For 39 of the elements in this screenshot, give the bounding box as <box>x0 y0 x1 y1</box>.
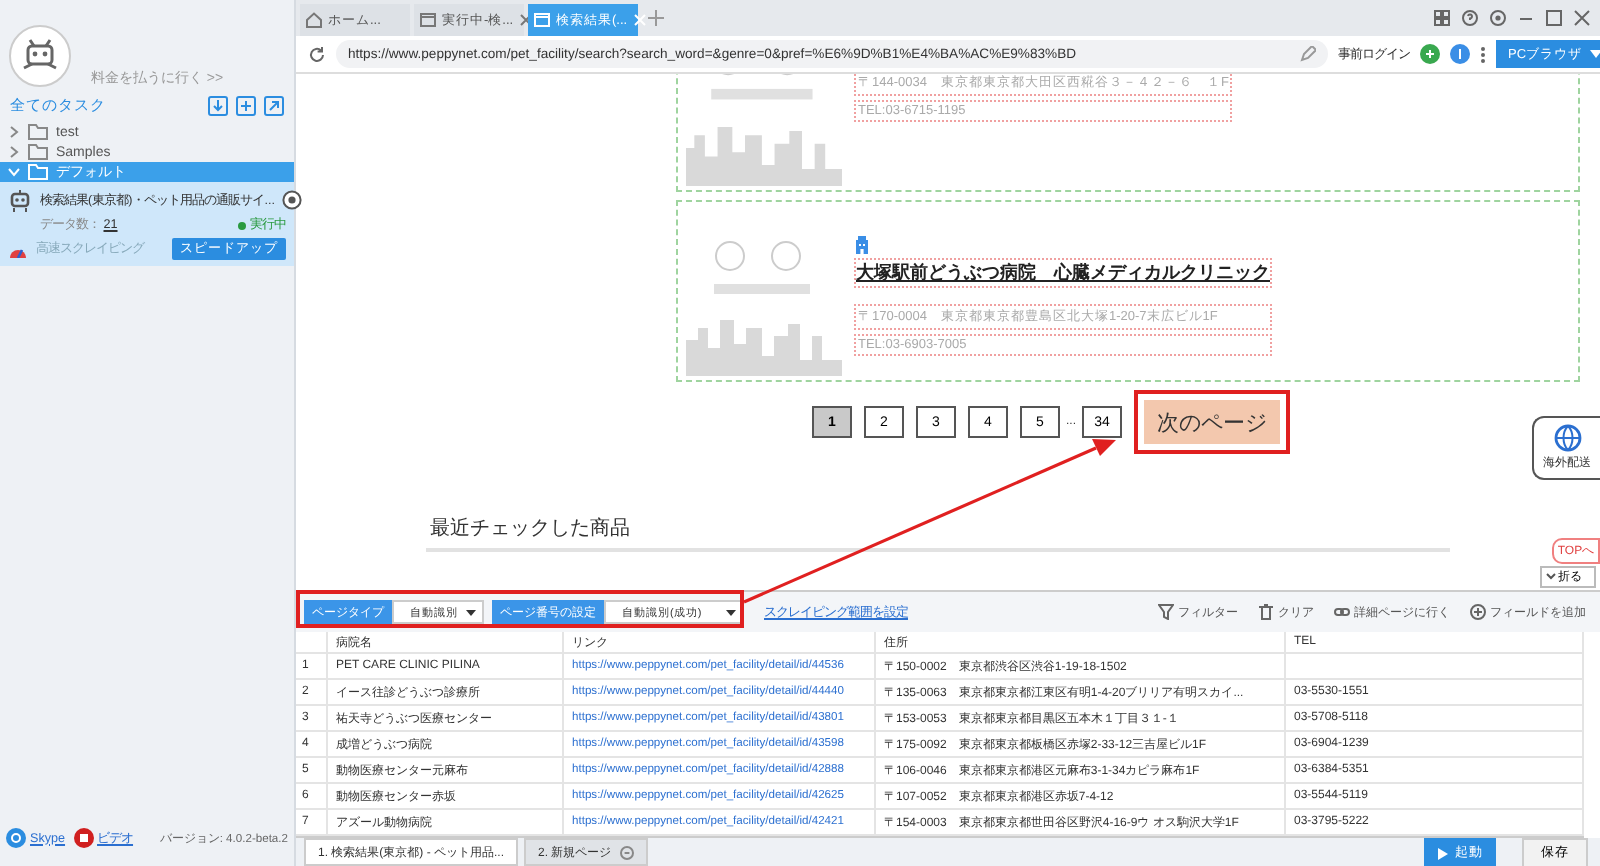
next-page-button[interactable]: 次のページ <box>1134 390 1291 454</box>
link-icon <box>1334 604 1350 620</box>
caret-icon <box>1590 50 1600 58</box>
maximize-icon[interactable] <box>1546 10 1562 26</box>
skype-icon[interactable] <box>6 828 26 848</box>
info-circle-icon[interactable] <box>1450 44 1470 64</box>
page-icon <box>420 12 436 28</box>
close-circle-icon[interactable] <box>619 845 634 859</box>
trash-icon <box>1258 604 1274 620</box>
add-circle-icon <box>1470 604 1486 620</box>
add-icon[interactable] <box>236 96 256 116</box>
listing-title-link[interactable]: 大塚駅前どうぶつ病院 心臓メディカルクリニック <box>854 257 1272 287</box>
settings-icon[interactable] <box>1490 10 1506 26</box>
grid-icon[interactable] <box>1434 10 1450 26</box>
video-icon[interactable] <box>73 828 94 848</box>
close-icon[interactable] <box>1574 10 1590 26</box>
building-icon <box>854 235 870 253</box>
play-icon <box>1437 847 1447 859</box>
caret-icon <box>726 609 736 615</box>
chevron-down-icon[interactable] <box>8 166 20 178</box>
filter-icon <box>1158 604 1174 620</box>
download-icon[interactable] <box>208 96 228 116</box>
plus-circle-icon[interactable] <box>1420 44 1440 64</box>
status-dot-icon <box>238 221 246 229</box>
home-icon <box>306 12 322 28</box>
chevron-down-icon <box>1546 572 1556 582</box>
more-icon[interactable] <box>1480 45 1486 63</box>
refresh-icon[interactable] <box>308 45 326 63</box>
robot-icon <box>8 188 32 212</box>
close-icon[interactable] <box>519 14 532 26</box>
stop-icon[interactable] <box>282 190 303 210</box>
caret-icon <box>466 609 476 615</box>
new-tab-icon[interactable] <box>648 10 664 26</box>
help-icon[interactable] <box>1462 10 1478 26</box>
page-icon <box>534 12 550 28</box>
export-icon[interactable] <box>264 96 284 116</box>
section-heading: 最近チェックした商品 <box>430 515 632 542</box>
robot-avatar-icon <box>8 24 72 88</box>
pencil-icon[interactable] <box>1300 46 1316 62</box>
